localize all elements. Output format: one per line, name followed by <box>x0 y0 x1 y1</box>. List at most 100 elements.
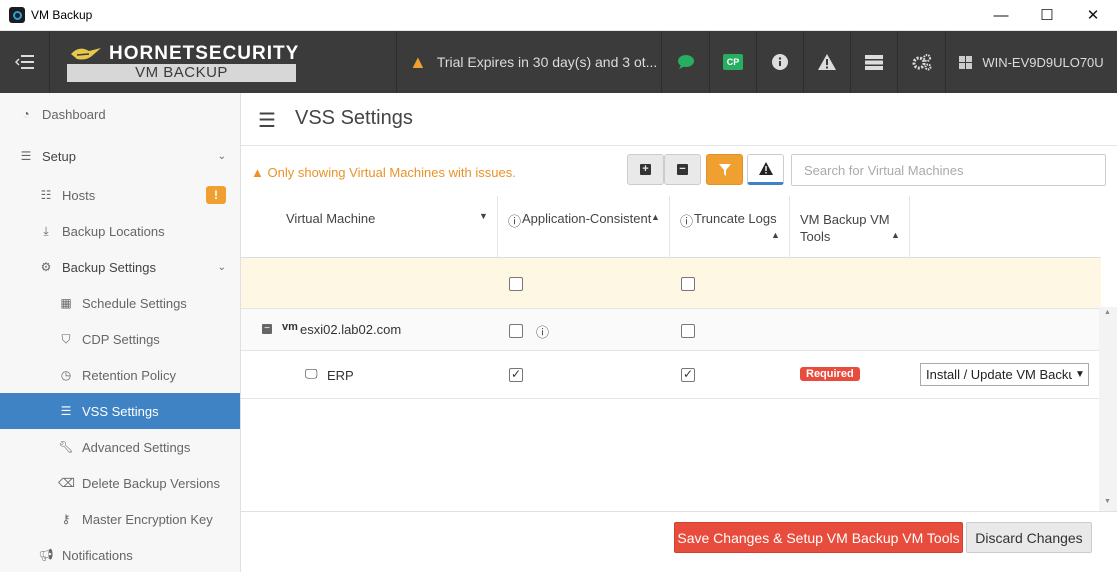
app-consistent-filter-checkbox[interactable] <box>509 277 523 291</box>
sidebar-item-label: Backup Locations <box>62 223 165 239</box>
info-icon: ⓘ <box>680 214 694 229</box>
table-scrollbar[interactable]: ▲ ▼ <box>1099 307 1117 511</box>
info-button[interactable] <box>756 31 803 93</box>
table-row: − vm esxi02.lab02.com ⓘ <box>241 309 1101 351</box>
chevron-down-icon: ⌄ <box>217 150 226 162</box>
sidebar-item-setup[interactable]: ☰ Setup ⌄ <box>0 138 240 174</box>
page-header: ☰ VSS Settings <box>241 93 1117 146</box>
sort-down-icon: ▼ <box>479 211 488 221</box>
expand-all-button[interactable]: + <box>627 154 664 185</box>
vm-app-consistent-checkbox[interactable] <box>509 367 523 382</box>
menu-icon: ☰ <box>258 110 276 132</box>
close-button[interactable]: ✕ <box>1070 0 1116 30</box>
window-title: VM Backup <box>31 8 93 22</box>
windows-icon <box>959 55 973 69</box>
select-value: Install / Update VM Backup VM Tools <box>926 367 1088 382</box>
monitor-icon: 🖵︎ <box>305 366 318 381</box>
issues-filter-button[interactable] <box>747 154 784 185</box>
sidebar-item-advanced-settings[interactable]: 🔧︎ Advanced Settings <box>0 429 240 465</box>
sidebar-item-retention-policy[interactable]: ◷ Retention Policy <box>0 357 240 393</box>
sidebar-item-label: CDP Settings <box>82 331 160 347</box>
gears-icon <box>912 54 931 71</box>
sidebar-item-label: Setup <box>42 148 76 164</box>
sidebar-item-vss-settings[interactable]: ☰ VSS Settings <box>0 393 240 429</box>
host-truncate-logs-checkbox[interactable] <box>681 324 695 338</box>
alerts-button[interactable] <box>803 31 850 93</box>
trial-text: Trial Expires in 30 day(s) and 3 ot... <box>436 54 658 70</box>
server-icon <box>865 54 883 70</box>
search-input[interactable] <box>791 154 1106 186</box>
column-header-truncate-logs[interactable]: ⓘ Truncate Logs ▲ <box>670 196 790 258</box>
sidebar-item-notifications[interactable]: 📢︎ Notifications <box>0 537 240 573</box>
cp-button[interactable]: CP <box>709 31 756 93</box>
page-title: VSS Settings <box>295 107 413 129</box>
chat-icon <box>677 55 694 69</box>
sidebar-item-label: Backup Settings <box>62 259 156 275</box>
menu-icon: ☰ <box>60 404 72 418</box>
column-label: Virtual Machine <box>286 211 376 226</box>
host-name: WIN-EV9D9ULO70U <box>982 54 1104 70</box>
sidebar-item-label: Schedule Settings <box>82 295 187 311</box>
collapse-menu-icon <box>14 55 34 69</box>
main-content: ☰ VSS Settings ▲ Only showing Virtual Ma… <box>241 93 1117 572</box>
sidebar-item-label: Delete Backup Versions <box>82 475 221 491</box>
list-icon: ☷ <box>40 188 52 202</box>
column-header-vm-tools[interactable]: VM Backup VM Tools ▲ <box>790 196 910 258</box>
alert-triangle-icon <box>818 54 836 70</box>
dashboard-icon: ◔ <box>22 107 30 121</box>
vm-truncate-logs-checkbox[interactable] <box>681 367 695 382</box>
window-titlebar: VM Backup — ☐ ✕ <box>0 0 1117 31</box>
product-name: VM BACKUP <box>67 64 296 82</box>
clock-icon: ◷ <box>60 368 72 382</box>
maximize-button[interactable]: ☐ <box>1024 0 1070 30</box>
sidebar-item-label: Dashboard <box>42 106 106 122</box>
truncate-logs-filter-checkbox[interactable] <box>681 277 695 291</box>
host-menu[interactable]: WIN-EV9D9ULO70U <box>945 31 1117 93</box>
column-header-virtual-machine[interactable]: Virtual Machine ▼ <box>241 196 498 258</box>
key-icon: ⚷ <box>61 512 71 526</box>
chat-button[interactable] <box>661 31 709 93</box>
settings-button[interactable] <box>897 31 945 93</box>
column-header-application-consistent[interactable]: ⓘ Application-Consistent ▲ <box>498 196 670 258</box>
sidebar-item-hosts[interactable]: ☷ Hosts ! <box>0 177 240 213</box>
collapse-sidebar-button[interactable] <box>0 31 50 93</box>
minus-square-icon: − <box>677 164 688 175</box>
sidebar-item-cdp-settings[interactable]: ⛉ CDP Settings <box>0 321 240 357</box>
sidebar-item-dashboard[interactable]: ◔ Dashboard <box>0 96 240 132</box>
filter-button[interactable] <box>706 154 743 185</box>
scroll-up-icon[interactable]: ▲ <box>1104 309 1111 316</box>
column-label: Truncate Logs <box>694 211 777 226</box>
sidebar-item-delete-backup-versions[interactable]: ⌫ Delete Backup Versions <box>0 465 240 501</box>
sidebar-item-schedule-settings[interactable]: ▦ Schedule Settings <box>0 285 240 321</box>
sidebar-item-label: Hosts <box>62 187 96 203</box>
sidebar-item-backup-locations[interactable]: ⤓ Backup Locations <box>0 213 240 249</box>
sidebar-item-label: Retention Policy <box>82 367 176 383</box>
servers-button[interactable] <box>850 31 897 93</box>
minimize-button[interactable]: — <box>978 0 1024 30</box>
footer-actions: Save Changes & Setup VM Backup VM Tools … <box>241 511 1117 572</box>
app-header: HORNETSECURITY VM BACKUP ▲ Trial Expires… <box>0 31 1117 93</box>
download-icon: ⤓ <box>43 223 49 238</box>
calendar-icon: ▦ <box>60 296 72 310</box>
host-type-tag: vm <box>282 321 298 333</box>
filter-icon <box>718 163 731 176</box>
sidebar-item-backup-settings[interactable]: ⚙ Backup Settings ⌄ <box>0 249 240 285</box>
sidebar-item-master-encryption-key[interactable]: ⚷ Master Encryption Key <box>0 501 240 537</box>
collapse-all-button[interactable]: − <box>664 154 701 185</box>
cp-icon: CP <box>722 54 744 70</box>
vm-name: ERP <box>327 368 354 383</box>
host-app-consistent-checkbox[interactable] <box>509 324 523 338</box>
save-changes-button[interactable]: Save Changes & Setup VM Backup VM Tools <box>674 522 963 553</box>
shield-icon: ⛉ <box>61 331 71 346</box>
eraser-icon: ⌫ <box>58 476 75 490</box>
collapse-icon[interactable]: − <box>262 324 272 334</box>
sidebar-item-label: VSS Settings <box>82 403 159 419</box>
hosts-warning-badge: ! <box>206 186 226 204</box>
sort-up-icon: ▲ <box>891 230 900 240</box>
filter-row <box>241 258 1101 309</box>
trial-notice[interactable]: ▲ Trial Expires in 30 day(s) and 3 ot... <box>396 31 661 93</box>
brand-name: HORNETSECURITY <box>109 43 300 64</box>
discard-changes-button[interactable]: Discard Changes <box>966 522 1092 553</box>
vm-tools-action-select[interactable]: Install / Update VM Backup VM Tools ▼ <box>920 363 1089 386</box>
scroll-down-icon[interactable]: ▼ <box>1104 498 1111 505</box>
